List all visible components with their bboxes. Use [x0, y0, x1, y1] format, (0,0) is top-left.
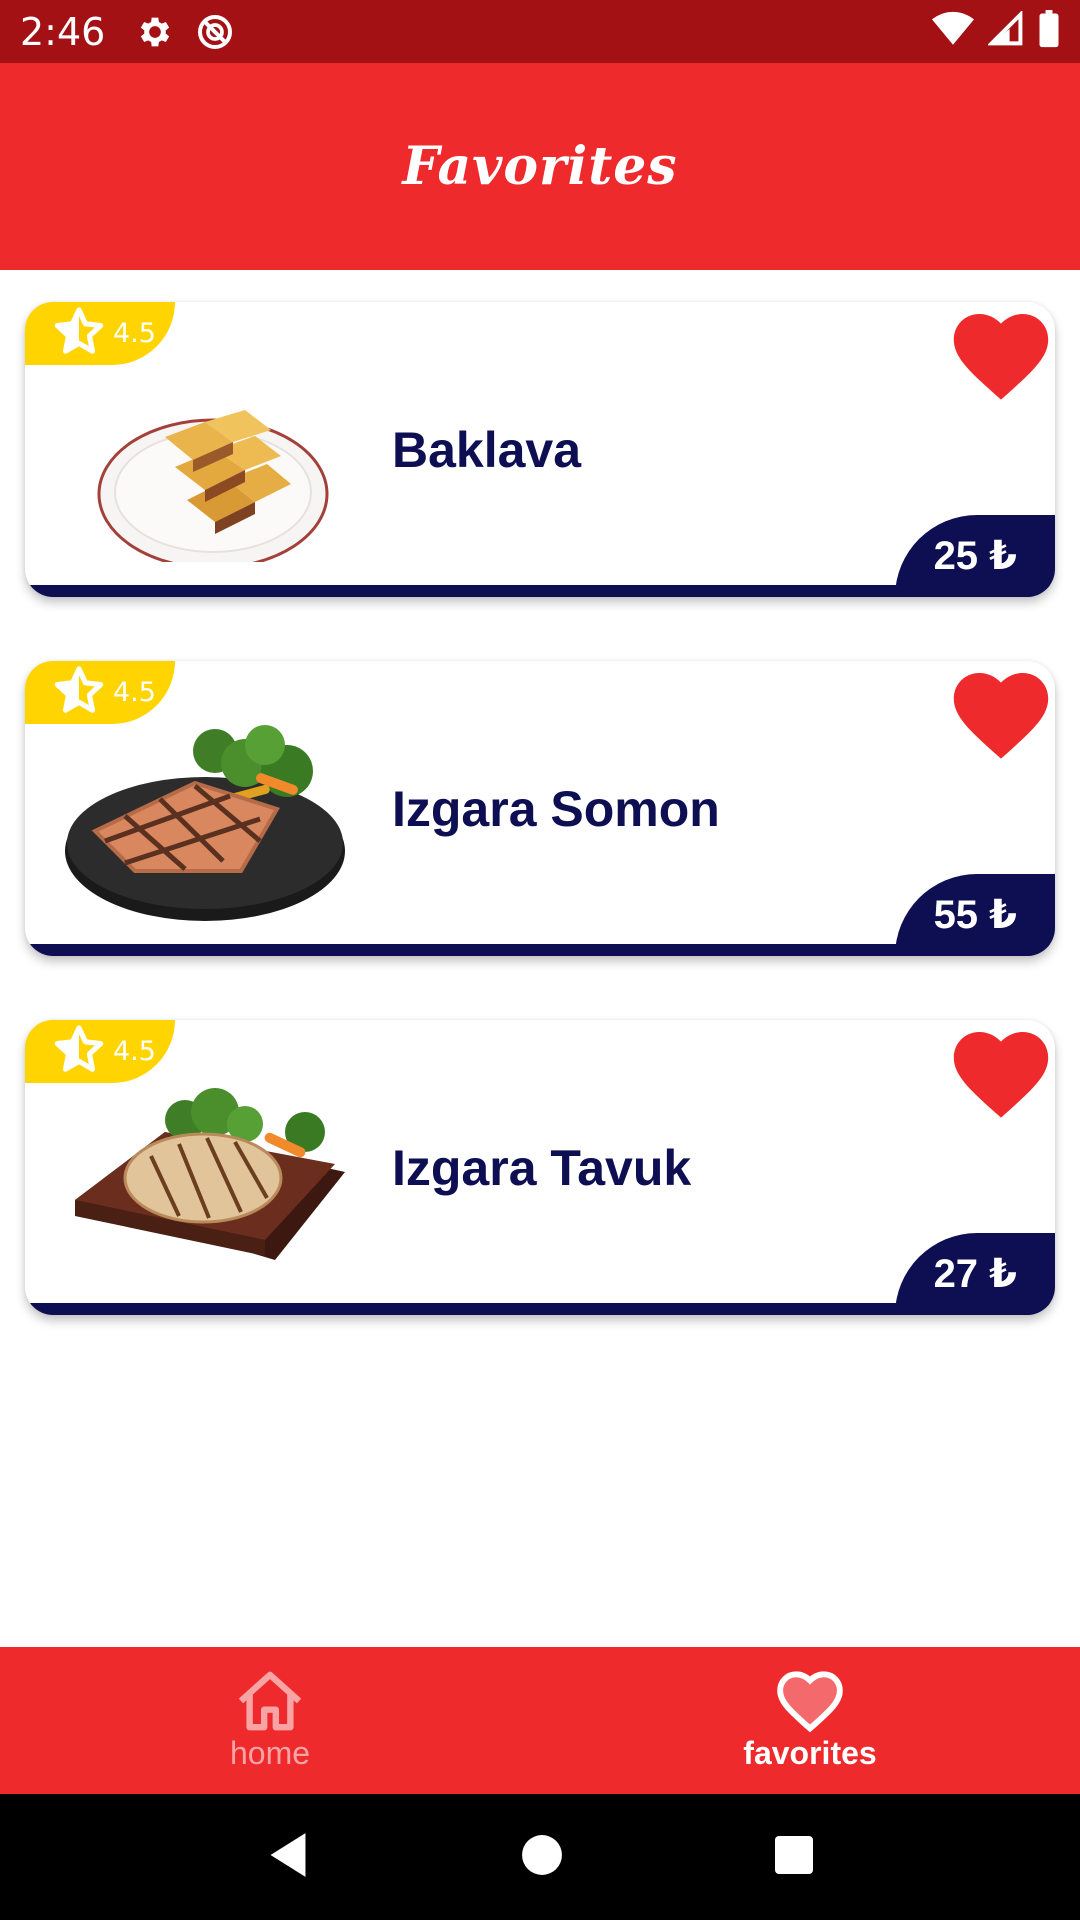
favorite-button[interactable]	[953, 314, 1049, 402]
wifi-icon	[932, 11, 974, 52]
status-time: 2:46	[20, 9, 106, 54]
battery-icon	[1038, 10, 1060, 53]
status-indicators	[932, 9, 1060, 53]
food-image	[55, 1060, 345, 1280]
favorite-button[interactable]	[953, 673, 1049, 761]
home-circle-icon[interactable]	[521, 1834, 563, 1881]
card-accent-line	[25, 1303, 1055, 1315]
nav-label-home: home	[229, 1735, 311, 1771]
gear-icon	[135, 12, 175, 52]
favorite-button[interactable]	[953, 1032, 1049, 1120]
back-icon[interactable]	[266, 1831, 310, 1884]
favorites-screen: 2:46 Favorites 4.5 Baklava 25 ₺ 4.5 Izga…	[0, 0, 1080, 1920]
nav-label-favorites: favorites	[743, 1735, 877, 1771]
heart-icon	[953, 673, 1049, 759]
nav-item-favorites[interactable]: favorites	[540, 1647, 1080, 1794]
food-card[interactable]: 4.5	[25, 1020, 1055, 1315]
food-image	[55, 342, 345, 570]
signal-icon	[986, 9, 1024, 52]
home-icon	[235, 1669, 305, 1733]
heart-icon	[953, 314, 1049, 400]
food-card[interactable]: 4.5	[25, 661, 1055, 956]
nav-item-home[interactable]: home	[0, 1647, 540, 1794]
page-title: Favorites	[402, 136, 678, 197]
food-name: Izgara Somon	[392, 780, 720, 837]
no-disturb-icon	[195, 12, 235, 52]
heart-icon	[775, 1669, 845, 1733]
food-image	[55, 701, 345, 921]
status-bar: 2:46	[0, 0, 1080, 63]
recents-icon[interactable]	[774, 1835, 814, 1880]
app-bar: Favorites	[0, 63, 1080, 270]
card-accent-line	[25, 944, 1055, 956]
heart-icon	[953, 1032, 1049, 1118]
system-nav-bar	[0, 1794, 1080, 1920]
food-name: Baklava	[392, 421, 582, 478]
food-name: Izgara Tavuk	[392, 1139, 692, 1196]
food-card[interactable]: 4.5	[25, 302, 1055, 597]
card-accent-line	[25, 585, 1055, 597]
bottom-nav: home favorites	[0, 1647, 1080, 1794]
